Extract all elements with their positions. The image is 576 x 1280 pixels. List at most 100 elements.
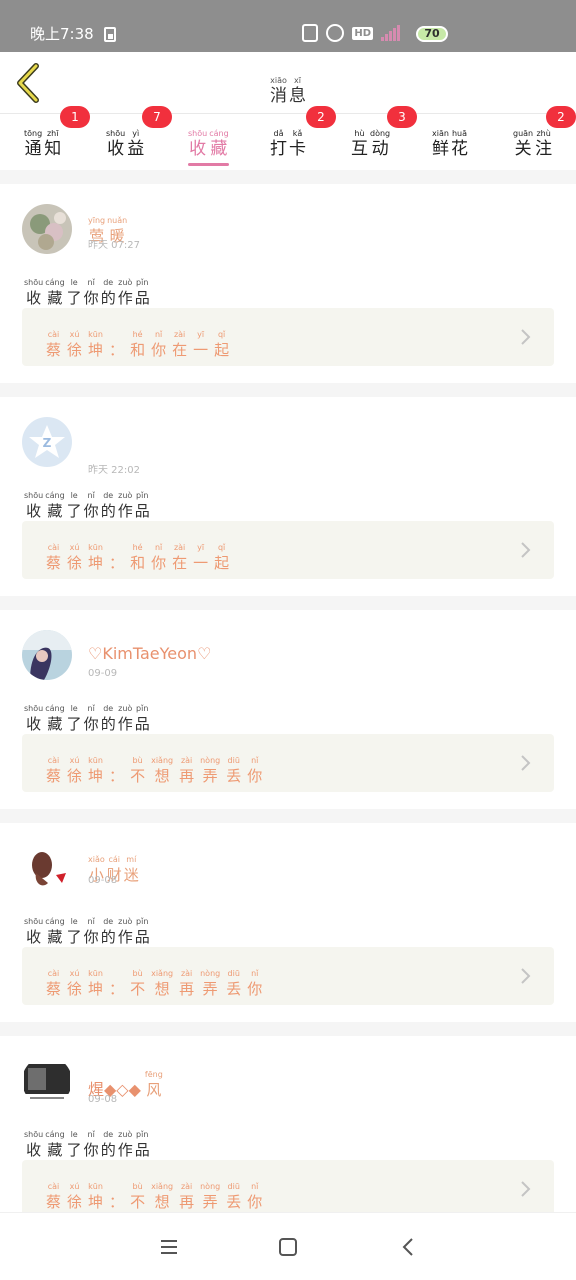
ruby-char: zuò 作 xyxy=(118,1130,133,1160)
ruby-char: nǐ 你 xyxy=(151,543,166,573)
ruby-char: de 的 xyxy=(101,1130,116,1160)
ruby-char: de 的 xyxy=(101,278,116,308)
avatar[interactable] xyxy=(22,630,72,680)
pinyin: nǐ xyxy=(87,917,95,926)
chevron-right-icon xyxy=(521,755,531,771)
pinyin: diū xyxy=(227,969,240,978)
pinyin: pǐn xyxy=(136,917,149,926)
message-card: yīng 莺 nuǎn 暖昨天 07:27 shōu 收 cáng 藏 le 了 nǐ 你 de 的 zuò… xyxy=(0,184,576,383)
tab-3[interactable]: dǎ 打 kǎ 卡 xyxy=(270,121,306,166)
avatar[interactable] xyxy=(22,204,72,254)
hanzi: 的 xyxy=(100,502,116,520)
hanzi: 的 xyxy=(100,928,116,946)
pinyin: cài xyxy=(47,1182,60,1191)
pinyin: le xyxy=(70,704,78,713)
ruby-char: bù 不 xyxy=(130,969,145,999)
ruby-char: ： xyxy=(109,969,124,999)
hanzi: 一 xyxy=(193,554,209,572)
ruby-char: shōu 收 xyxy=(188,129,207,159)
pinyin: pǐn xyxy=(136,491,149,500)
ruby-char: nǐ 你 xyxy=(84,278,99,308)
work-link[interactable]: cài 蔡 xú 徐 kūn 坤 ： bù 不 xiǎng 想 zài 再 nòng 弄 diū 丢 nǐ 你 xyxy=(22,734,554,792)
pinyin: shōu xyxy=(24,1130,44,1139)
hanzi: 了 xyxy=(66,715,82,733)
pinyin: yī xyxy=(197,330,205,339)
pinyin: xú xyxy=(69,543,80,552)
pinyin: zuò xyxy=(118,917,133,926)
work-link[interactable]: cài 蔡 xú 徐 kūn 坤 ： hé 和 nǐ 你 zài 在 yī 一 qǐ 起 xyxy=(22,308,554,366)
hanzi: 了 xyxy=(66,928,82,946)
ruby-char: kūn 坤 xyxy=(88,756,103,786)
pinyin: shōu xyxy=(106,129,126,138)
hanzi: 再 xyxy=(179,1193,195,1211)
pinyin xyxy=(115,969,118,979)
hanzi: 藏 xyxy=(47,1141,63,1159)
hanzi: 品 xyxy=(134,1141,150,1159)
pinyin: xiāo xyxy=(270,76,287,85)
hanzi: 作 xyxy=(117,715,133,733)
ruby-char: nòng 弄 xyxy=(200,756,220,786)
pinyin: le xyxy=(70,278,78,287)
ruby-char: pǐn 品 xyxy=(135,917,150,947)
pinyin: le xyxy=(70,1130,78,1139)
hanzi: 收 xyxy=(26,1141,42,1159)
tab-4[interactable]: hù 互 dòng 动 xyxy=(351,121,390,166)
pinyin: mí xyxy=(126,855,137,864)
unread-badge: 2 xyxy=(306,106,336,128)
tab-label: shōu 收 cáng 藏 xyxy=(188,129,229,159)
avatar[interactable] xyxy=(22,1056,72,1106)
work-title: cài 蔡 xú 徐 kūn 坤 ： bù 不 xiǎng 想 zài 再 nòng 弄 diū 丢 nǐ 你 xyxy=(46,1174,262,1212)
tab-0[interactable]: tōng 通 zhī 知 xyxy=(24,121,61,166)
avatar[interactable]: Z xyxy=(22,417,72,467)
ruby-char: huā 花 xyxy=(451,129,468,159)
tab-5[interactable]: xiān 鲜 huā 花 xyxy=(432,121,468,166)
work-link[interactable]: cài 蔡 xú 徐 kūn 坤 ： bù 不 xiǎng 想 zài 再 nòng 弄 diū 丢 nǐ 你 xyxy=(22,1160,554,1218)
ruby-char: yì 益 xyxy=(127,129,144,159)
username-text: ♡KimTaeYeon♡ xyxy=(88,644,212,663)
work-link[interactable]: cài 蔡 xú 徐 kūn 坤 ： bù 不 xiǎng 想 zài 再 nòng 弄 diū 丢 nǐ 你 xyxy=(22,947,554,1005)
chevron-right-icon xyxy=(521,1181,531,1197)
divider xyxy=(0,383,576,397)
pinyin: de xyxy=(103,704,114,713)
ruby-char: zhù 注 xyxy=(535,129,552,159)
ruby-char: xiǎng 想 xyxy=(151,756,173,786)
ruby-char: zài 再 xyxy=(179,756,194,786)
ruby-char: hù 互 xyxy=(351,129,368,159)
pinyin xyxy=(115,330,118,340)
pinyin: xī xyxy=(294,76,301,85)
tab-1[interactable]: shōu 收 yì 益 xyxy=(106,121,144,166)
tab-6[interactable]: guān 关 zhù 注 xyxy=(513,121,552,166)
hanzi: 品 xyxy=(134,502,150,520)
tab-2[interactable]: shōu 收 cáng 藏 xyxy=(188,121,229,166)
ruby-char: guān 关 xyxy=(513,129,533,159)
action-text: shōu 收 cáng 藏 le 了 nǐ 你 de 的 zuò 作 pǐn 品 xyxy=(24,696,150,734)
pinyin: le xyxy=(70,491,78,500)
ruby-char: pǐn 品 xyxy=(135,704,150,734)
ruby-char: kūn 坤 xyxy=(88,1182,103,1212)
hanzi: 蔡 xyxy=(46,980,62,998)
home-icon[interactable] xyxy=(276,1235,300,1259)
ruby-char: nǐ 你 xyxy=(247,969,262,999)
hanzi: ： xyxy=(109,980,125,998)
back-icon[interactable] xyxy=(397,1235,421,1259)
message-card: ♡KimTaeYeon♡ 09-09 shōu 收 cáng 藏 le 了 nǐ 你 de 的 zuò 作… xyxy=(0,610,576,809)
ruby-char: zuò 作 xyxy=(118,278,133,308)
ruby-char: shōu 收 xyxy=(24,704,43,734)
hanzi: 鲜 xyxy=(432,139,449,159)
avatar[interactable] xyxy=(22,843,72,893)
ruby-char: yī 一 xyxy=(193,330,208,360)
tab-label: hù 互 dòng 动 xyxy=(351,129,390,159)
ruby-char: xiāo 消 xyxy=(270,76,287,106)
work-link[interactable]: cài 蔡 xú 徐 kūn 坤 ： hé 和 nǐ 你 zài 在 yī 一 qǐ 起 xyxy=(22,521,554,579)
pinyin: bù xyxy=(132,756,143,765)
hd-icon: HD xyxy=(352,26,373,40)
pinyin: zài xyxy=(180,969,193,978)
hanzi: 品 xyxy=(134,928,150,946)
work-title: cài 蔡 xú 徐 kūn 坤 ： bù 不 xiǎng 想 zài 再 nòng 弄 diū 丢 nǐ 你 xyxy=(46,961,262,999)
hanzi: 动 xyxy=(371,139,389,159)
pinyin: xiǎng xyxy=(151,969,174,978)
username[interactable]: ♡KimTaeYeon♡ xyxy=(88,644,211,663)
ruby-char: zài 再 xyxy=(179,969,194,999)
menu-icon[interactable] xyxy=(157,1235,181,1259)
hanzi: 作 xyxy=(117,1141,133,1159)
